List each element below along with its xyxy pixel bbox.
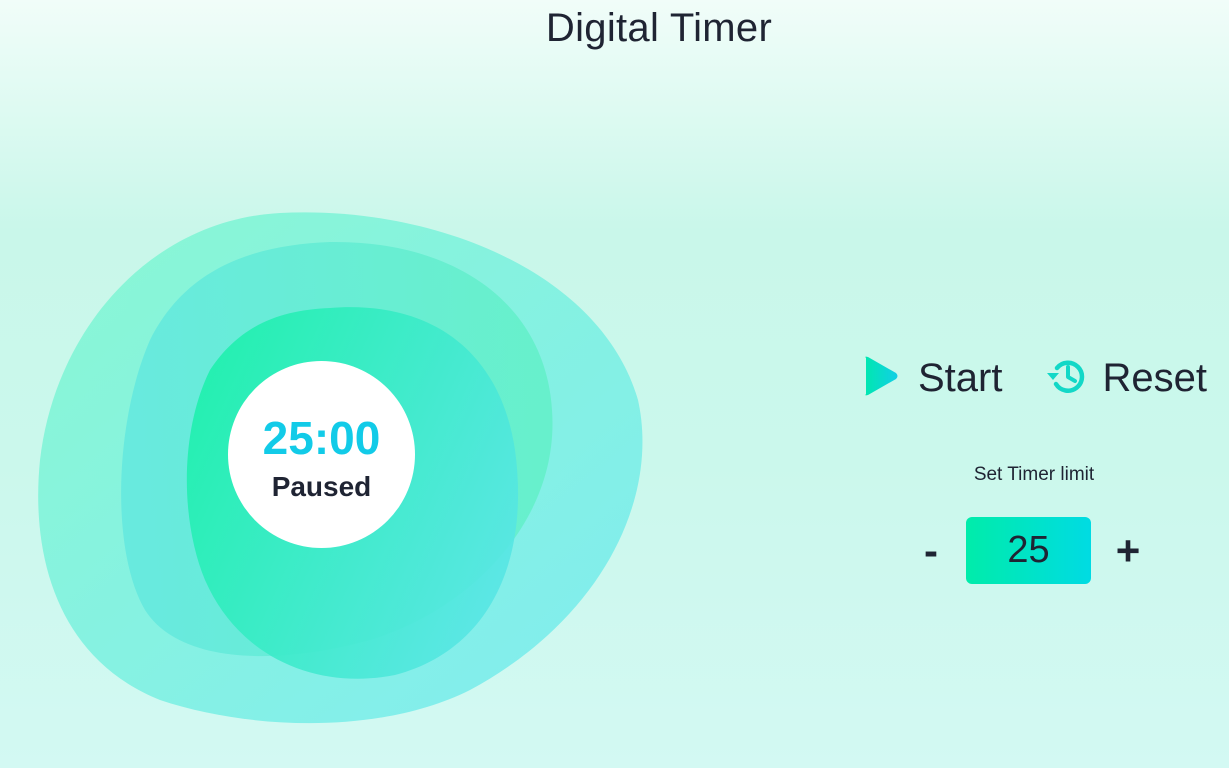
timer-limit-stepper: - 25 + xyxy=(918,517,1141,584)
reset-button[interactable]: Reset xyxy=(1044,356,1207,401)
start-button[interactable]: Start xyxy=(862,354,1002,403)
start-label: Start xyxy=(918,356,1003,400)
play-icon xyxy=(862,354,900,403)
increment-button[interactable]: + xyxy=(1115,529,1141,572)
timer-status: Paused xyxy=(271,470,372,502)
timer-display: 25:00 Paused xyxy=(228,361,415,548)
reset-label: Reset xyxy=(1102,356,1207,400)
time-readout: 25:00 xyxy=(262,411,381,464)
timer-limit-value: 25 xyxy=(966,517,1091,584)
decrement-button[interactable]: - xyxy=(918,529,944,572)
timer-controls: Start Reset xyxy=(862,354,1207,403)
timer-limit-label: Set Timer limit xyxy=(973,464,1095,485)
reset-history-icon xyxy=(1044,356,1086,401)
